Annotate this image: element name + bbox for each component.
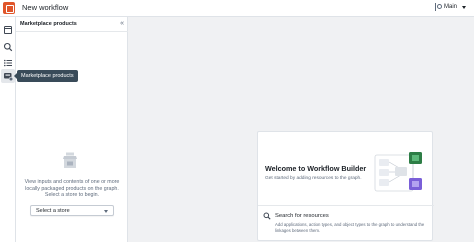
rail-button-list[interactable] [3,55,13,67]
rail-button-search[interactable] [3,39,13,52]
chevron-down-icon [104,210,108,213]
search-resources-link[interactable]: Search for resources Add applications, a… [263,209,429,237]
app-logo-icon[interactable] [3,2,15,14]
branch-icon [434,3,442,11]
collapse-panel-icon[interactable]: « [120,20,124,27]
search-icon [3,42,13,52]
store-select-label: Select a store [36,208,70,214]
graph-canvas[interactable]: Welcome to Workflow Builder Get started … [129,17,474,242]
graph-illustration-icon [374,152,422,192]
marketplace-tooltip: Marketplace products [14,70,78,82]
marketplace-icon [4,73,13,81]
panel-title: Marketplace products [20,21,77,27]
search-resources-title: Search for resources [275,213,329,219]
welcome-subtitle: Get started by adding resources to the g… [265,176,362,181]
storefront-icon [63,152,77,168]
document-icon [4,26,12,34]
search-icon [263,212,271,220]
rail-button-document[interactable] [3,22,13,34]
branch-selector[interactable]: Main [434,3,466,11]
welcome-title: Welcome to Workflow Builder [265,164,367,173]
empty-state-message: View inputs and contents of one or more … [24,179,120,199]
marketplace-panel: Marketplace products « View inputs and c… [16,17,128,242]
left-rail [0,17,16,242]
branch-label: Main [443,4,457,10]
rail-button-marketplace[interactable] [1,69,15,83]
panel-header: Marketplace products « [16,17,128,32]
workflow-title[interactable]: New workflow [22,3,68,12]
divider [258,205,434,206]
store-select[interactable]: Select a store [30,205,114,216]
top-bar: New workflow Main [0,0,474,17]
list-icon [4,59,12,67]
search-resources-desc: Add applications, action types, and obje… [275,222,425,233]
welcome-card: Welcome to Workflow Builder Get started … [257,131,434,241]
chevron-down-icon [462,5,466,9]
